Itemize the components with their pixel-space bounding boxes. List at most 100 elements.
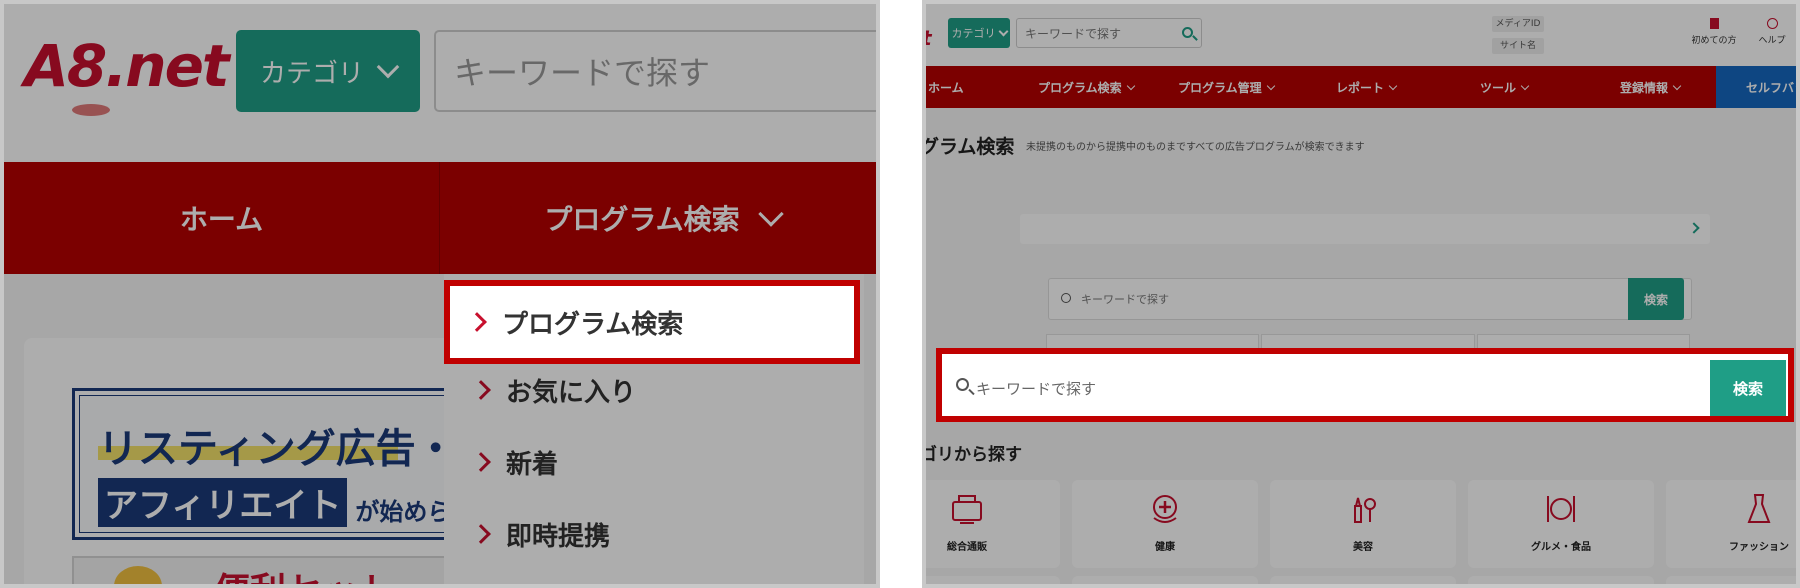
category-card-health[interactable]: 健康 — [1072, 480, 1258, 568]
keyword-search-input[interactable]: キーワードで探す — [1016, 18, 1202, 48]
keyword-search-input[interactable]: キーワードで探す — [434, 30, 876, 112]
nav-item-registration[interactable]: 登録情報 — [1620, 66, 1682, 108]
category-card-row2[interactable] — [926, 576, 1060, 584]
category-card-beauty[interactable]: 美容 — [1270, 480, 1456, 568]
highlighted-item-label: プログラム検索 — [502, 309, 684, 340]
logo-oval — [72, 104, 110, 116]
nav-item-program-search[interactable]: プログラム検索 — [1038, 66, 1135, 108]
logo-text: A8.net — [24, 32, 230, 100]
media-info: メディアID サイト名 — [1492, 16, 1544, 56]
dress-icon — [1747, 494, 1771, 523]
category-card-row2[interactable] — [1270, 576, 1456, 584]
logo-fragment[interactable]: t — [926, 26, 932, 50]
dining-plate-icon — [1547, 496, 1575, 522]
header: A8.net カテゴリ キーワードで探す — [4, 4, 876, 162]
help-link[interactable]: ヘルプ — [1752, 18, 1792, 52]
keyword-placeholder: キーワードで探す — [1025, 26, 1122, 41]
category-card-fashion[interactable]: ファッション — [1666, 480, 1796, 568]
cosmetics-icon — [1354, 497, 1376, 523]
page-title: グラム検索 — [922, 136, 1015, 158]
highlighted-search-placeholder[interactable]: キーワードで探す — [976, 378, 1096, 399]
banner-subline: アフィリエイト が始められ — [98, 478, 475, 527]
nav-item-home[interactable]: ホーム — [4, 162, 440, 274]
category-heading: ゴリから探す — [922, 445, 1022, 465]
first-time-link[interactable]: 初めての方 — [1686, 18, 1742, 52]
nav-item-self-back[interactable]: セルフバック — [1716, 66, 1796, 108]
category-label: ファッション — [1729, 542, 1789, 553]
category-label: 健康 — [1155, 542, 1175, 553]
notice-bar[interactable] — [1020, 214, 1710, 244]
nav-item-label: セルフバック — [1746, 80, 1796, 95]
chevron-down-icon — [1126, 81, 1135, 90]
nav-item-label: 登録情報 — [1620, 80, 1669, 95]
page-subtitle: 未提携のものから提携中のものまですべての広告プログラムが検索できます — [1026, 142, 1365, 153]
nav-item-tools[interactable]: ツール — [1480, 66, 1530, 108]
category-card-row2[interactable] — [1468, 576, 1654, 584]
nav-item-label: ホーム — [179, 203, 264, 236]
category-card-row2[interactable] — [1072, 576, 1258, 584]
category-button-label: カテゴリ — [951, 27, 996, 40]
left-screenshot-panel: A8.net カテゴリ キーワードで探す ホーム プログラム検索 リスティング広… — [0, 0, 880, 588]
banner-headline: リスティング広告・S — [98, 426, 485, 472]
chevron-down-icon — [1672, 81, 1682, 90]
search-icon[interactable] — [1182, 27, 1193, 38]
tv-shopping-icon — [952, 495, 982, 524]
category-label: グルメ・食品 — [1531, 542, 1591, 553]
right-screenshot-panel: t カテゴリ キーワードで探す メディアID サイト名 初めての方 ヘルプ ホー… — [922, 0, 1800, 588]
dropdown-item-favorites[interactable]: お気に入り — [444, 354, 864, 426]
dropdown-item-label: 新着 — [506, 449, 559, 480]
nav-item-label: プログラム検索 — [1038, 80, 1122, 95]
chevron-right-icon — [471, 524, 491, 544]
beginner-mark-icon — [1709, 18, 1719, 29]
a8-logo[interactable]: A8.net — [24, 32, 230, 122]
chevron-down-icon — [757, 201, 784, 227]
search-placeholder: キーワードで探す — [1081, 293, 1169, 306]
help-label: ヘルプ — [1758, 36, 1786, 46]
nav-item-program-manage[interactable]: プログラム管理 — [1178, 66, 1275, 108]
search-icon — [1061, 293, 1071, 303]
highlight-box-search-bar[interactable]: キーワードで探す 検索 — [936, 348, 1794, 422]
category-label: 総合通販 — [947, 542, 987, 553]
search-icon — [956, 378, 969, 391]
main-nav: ホーム プログラム検索 — [4, 162, 876, 274]
header: t カテゴリ キーワードで探す メディアID サイト名 初めての方 ヘルプ — [926, 4, 1796, 66]
nav-item-label: ホーム — [928, 80, 964, 95]
nav-item-label: レポート — [1336, 80, 1385, 95]
banner-affiliate-label: アフィリエイト — [98, 478, 348, 527]
health-cross-icon — [1153, 495, 1177, 523]
help-icon — [1766, 18, 1778, 29]
dropdown-item-label: 即時提携 — [506, 521, 611, 552]
main-nav: ホーム プログラム検索 プログラム管理 レポート ツール 登録情報 セルフバック — [926, 66, 1796, 108]
highlighted-dropdown-item[interactable]: プログラム検索 — [450, 286, 854, 358]
chevron-right-icon — [471, 452, 491, 472]
dropdown-item-label: お気に入り — [506, 377, 637, 408]
nav-item-home[interactable]: ホーム — [928, 66, 964, 108]
nav-item-report[interactable]: レポート — [1336, 66, 1398, 108]
category-card-gourmet-food[interactable]: グルメ・食品 — [1468, 480, 1654, 568]
category-card-row2[interactable] — [1666, 576, 1796, 584]
dropdown-item-new[interactable]: 新着 — [444, 426, 864, 498]
highlighted-search-button[interactable]: 検索 — [1710, 360, 1786, 416]
first-time-label: 初めての方 — [1691, 36, 1737, 46]
convenience-set-banner[interactable]: 便利セット — [72, 556, 492, 584]
category-button[interactable]: カテゴリ — [948, 18, 1010, 48]
dropdown-item-instant-partnership[interactable]: 即時提携 — [444, 498, 864, 570]
category-card-general-mail-order[interactable]: 総合通販 — [926, 480, 1060, 568]
category-label: 美容 — [1353, 542, 1373, 553]
category-button[interactable]: カテゴリ — [236, 30, 420, 112]
keyword-placeholder: キーワードで探す — [454, 54, 711, 92]
chevron-down-icon — [1266, 81, 1275, 90]
nav-item-program-search[interactable]: プログラム検索 — [440, 162, 876, 274]
nav-item-label: ツール — [1480, 80, 1517, 95]
category-button-label: カテゴリ — [259, 58, 364, 89]
search-button[interactable]: 検索 — [1628, 278, 1684, 320]
chevron-down-icon — [376, 55, 400, 79]
banner-frame: リスティング広告・S アフィリエイト が始められ — [79, 395, 485, 533]
character-icon — [114, 566, 162, 584]
program-search-input[interactable]: キーワードで探す — [1048, 278, 1692, 320]
listing-ad-banner[interactable]: リスティング広告・S アフィリエイト が始められ — [72, 388, 492, 540]
chevron-down-icon — [1520, 81, 1530, 90]
chevron-right-icon — [1688, 222, 1700, 234]
highlight-box-program-search[interactable]: プログラム検索 — [444, 280, 860, 364]
nav-item-label: プログラム管理 — [1178, 80, 1262, 95]
